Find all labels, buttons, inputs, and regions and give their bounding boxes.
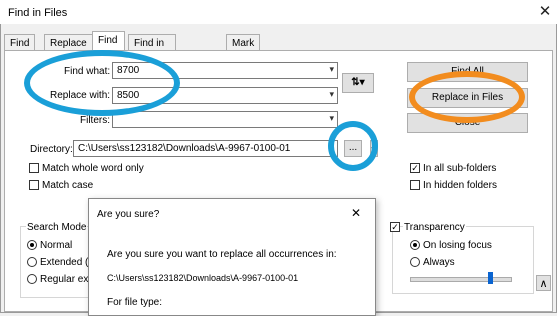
highlight-fields-ring — [24, 50, 180, 116]
extended-radio[interactable] — [27, 257, 37, 267]
chevron-down-icon[interactable]: ▾ — [329, 89, 334, 100]
chevron-down-icon: ▾ — [359, 77, 365, 88]
in-hidden-folders-checkbox[interactable] — [410, 180, 420, 190]
on-losing-focus-label: On losing focus — [423, 240, 492, 251]
in-hidden-folders-label: In hidden folders — [423, 180, 497, 191]
close-icon[interactable]: ✕ — [536, 3, 554, 21]
match-whole-word-checkbox[interactable] — [29, 163, 39, 173]
dialog-title: Are you sure? — [97, 209, 160, 220]
always-radio[interactable] — [410, 257, 420, 267]
highlight-browse-ring — [328, 121, 378, 171]
directory-label: Directory: — [30, 144, 73, 155]
scroll-up-button[interactable]: ∧ — [536, 275, 551, 291]
dialog-file-type-label: For file type: — [107, 297, 163, 308]
match-whole-word-label: Match whole word only — [42, 163, 144, 174]
dialog-path: C:\Users\ss123182\Downloads\A-9967-0100-… — [107, 273, 299, 283]
tab-find-in-files[interactable]: Find in Files — [92, 31, 126, 76]
tab-mark[interactable]: Mark — [226, 34, 261, 51]
directory-combo[interactable]: C:\Users\ss123182\Downloads\A-9967-0100-… — [73, 140, 338, 157]
filters-combo[interactable]: ▾ — [112, 111, 338, 128]
chevron-down-icon[interactable]: ▾ — [329, 113, 334, 124]
tab-find-in-projects[interactable]: Find in Projects — [128, 34, 177, 64]
transparency-checkbox[interactable]: ✓ — [390, 222, 400, 232]
normal-radio[interactable] — [27, 240, 37, 250]
highlight-replace-button-ring — [409, 71, 525, 123]
regex-radio[interactable] — [27, 274, 37, 284]
confirm-dialog: Are you sure? ✕ Are you sure you want to… — [88, 198, 376, 316]
match-case-checkbox[interactable] — [29, 180, 39, 190]
on-losing-focus-radio[interactable] — [410, 240, 420, 250]
tab-replace[interactable]: Replace — [44, 34, 93, 51]
chevron-down-icon[interactable]: ▾ — [329, 64, 334, 75]
dialog-message: Are you sure you want to replace all occ… — [107, 249, 337, 260]
always-label: Always — [423, 257, 455, 268]
directory-value: C:\Users\ss123182\Downloads\A-9967-0100-… — [78, 143, 291, 154]
dialog-close-icon[interactable]: ✕ — [351, 206, 361, 220]
filters-label: Filters: — [80, 115, 110, 126]
title-bar: Find in Files ✕ — [0, 0, 557, 24]
match-case-label: Match case — [42, 180, 94, 191]
in-all-subfolders-checkbox[interactable]: ✓ — [410, 163, 420, 173]
search-mode-title: Search Mode — [26, 222, 88, 233]
swap-icon: ⇅ — [351, 77, 360, 88]
normal-label: Normal — [40, 240, 73, 251]
window-title: Find in Files — [8, 7, 68, 19]
in-all-subfolders-label: In all sub-folders — [423, 163, 497, 174]
transparency-slider-track[interactable] — [410, 277, 512, 282]
transparency-slider-thumb[interactable] — [488, 272, 493, 284]
swap-button[interactable]: ⇅▾ — [342, 73, 374, 93]
transparency-label: Transparency — [403, 222, 466, 233]
tab-find[interactable]: Find — [4, 34, 36, 51]
